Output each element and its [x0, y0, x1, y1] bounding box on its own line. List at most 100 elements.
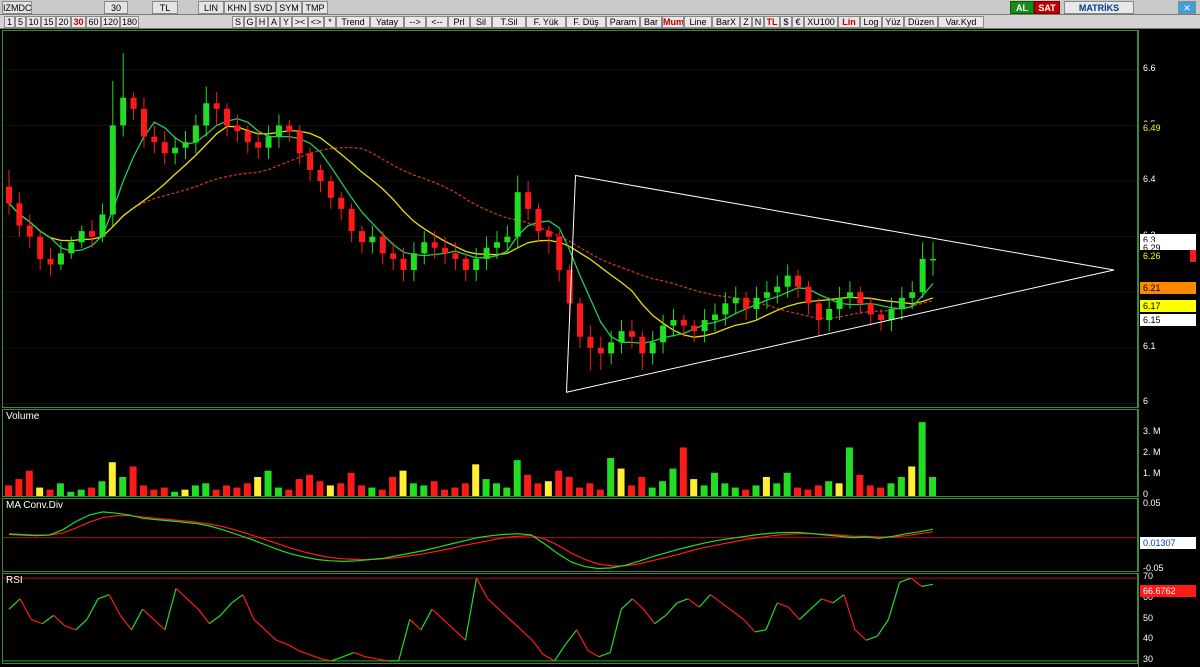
- macd-chart[interactable]: [3, 499, 1138, 572]
- buy-button[interactable]: AL: [1010, 1, 1034, 14]
- tool-barx-button[interactable]: BarX: [712, 16, 740, 28]
- sell-button[interactable]: SAT: [1034, 1, 1060, 14]
- price-label: 6.26: [1140, 250, 1196, 262]
- tool-line-button[interactable]: Line: [684, 16, 712, 28]
- ma-mid-line: [8, 125, 934, 338]
- candle: [898, 286, 905, 321]
- mode-sym[interactable]: SYM: [276, 1, 302, 14]
- tool--button[interactable]: *: [324, 16, 336, 28]
- volume-bar: [565, 477, 573, 496]
- tool-n-button[interactable]: N: [752, 16, 764, 28]
- mode-khn[interactable]: KHN: [224, 1, 250, 14]
- tool-d-zen-button[interactable]: Düzen: [904, 16, 938, 28]
- rsi-segment: [899, 577, 911, 583]
- volume-bar: [420, 485, 428, 496]
- volume-bar: [77, 489, 85, 496]
- volume-bar: [160, 487, 168, 496]
- tool-xu100-button[interactable]: XU100: [804, 16, 838, 28]
- interval-field[interactable]: 30: [104, 1, 128, 14]
- macd-panel[interactable]: MA Conv.Div: [2, 498, 1138, 572]
- period-15[interactable]: 15: [41, 16, 56, 28]
- rsi-segment: [64, 625, 77, 631]
- tool-t-sil-button[interactable]: T.Sil: [492, 16, 526, 28]
- candle: [327, 175, 334, 209]
- volume-bar: [129, 466, 137, 496]
- tool-trend-button[interactable]: Trend: [336, 16, 370, 28]
- period-120[interactable]: 120: [101, 16, 120, 28]
- triangle-pattern[interactable]: [565, 174, 1115, 393]
- candle: [99, 203, 106, 243]
- tool-a-button[interactable]: A: [268, 16, 280, 28]
- tool-sil-button[interactable]: Sil: [470, 16, 492, 28]
- mode-lin[interactable]: LIN: [198, 1, 224, 14]
- tool-s-button[interactable]: S: [232, 16, 244, 28]
- candle: [867, 297, 874, 326]
- period-180[interactable]: 180: [120, 16, 139, 28]
- volume-bar: [669, 468, 677, 496]
- candle: [639, 331, 646, 371]
- volume-bar: [845, 447, 853, 496]
- tool-z-button[interactable]: Z: [740, 16, 752, 28]
- tool-log-button[interactable]: Log: [860, 16, 882, 28]
- volume-chart[interactable]: [3, 410, 1138, 497]
- tool-var-kyd-button[interactable]: Var.Kyd: [938, 16, 984, 28]
- mode-tmp[interactable]: TMP: [302, 1, 328, 14]
- candle: [815, 297, 822, 337]
- volume-bar: [295, 479, 303, 496]
- tool--button[interactable]: <>: [308, 16, 324, 28]
- rsi-segment: [420, 608, 433, 631]
- volume-bar: [88, 487, 96, 496]
- rsi-segment: [287, 643, 299, 652]
- period-10[interactable]: 10: [26, 16, 41, 28]
- rsi-segment: [108, 594, 121, 616]
- candle: [47, 247, 54, 276]
- tool--button[interactable]: ><: [292, 16, 308, 28]
- tool-y-z-button[interactable]: Yüz: [882, 16, 904, 28]
- tool-g-button[interactable]: G: [244, 16, 256, 28]
- price-panel[interactable]: [2, 30, 1138, 408]
- tool--button[interactable]: $: [780, 16, 792, 28]
- rsi-segment: [765, 602, 778, 631]
- volume-bar: [441, 489, 449, 496]
- symbol-field[interactable]: IZMDC: [2, 1, 32, 14]
- tool-mum-button[interactable]: Mum: [662, 16, 684, 28]
- tool-h-button[interactable]: H: [256, 16, 268, 28]
- period-60[interactable]: 60: [86, 16, 101, 28]
- tool-tl-button[interactable]: TL: [764, 16, 780, 28]
- rsi-segment: [509, 619, 522, 631]
- rsi-segment: [832, 594, 845, 604]
- candle: [608, 331, 615, 365]
- tool-y-button[interactable]: Y: [280, 16, 292, 28]
- tool--button[interactable]: <--: [426, 16, 448, 28]
- rsi-panel[interactable]: RSI: [2, 573, 1138, 664]
- tool--button[interactable]: €: [792, 16, 804, 28]
- tool-f-y-k-button[interactable]: F. Yük: [526, 16, 566, 28]
- volume-bar: [233, 487, 241, 496]
- rsi-segment: [197, 608, 210, 625]
- tool-lin-button[interactable]: Lin: [838, 16, 860, 28]
- tool-bar-button[interactable]: Bar: [640, 16, 662, 28]
- tool-f-d-button[interactable]: F. Düş: [566, 16, 606, 28]
- rsi-segment: [453, 629, 466, 641]
- volume-bar: [378, 489, 386, 496]
- tool-yatay-button[interactable]: Yatay: [370, 16, 404, 28]
- period-20[interactable]: 20: [56, 16, 71, 28]
- period-5[interactable]: 5: [15, 16, 26, 28]
- tool-prl-button[interactable]: Prl: [448, 16, 470, 28]
- mode-svd[interactable]: SVD: [250, 1, 276, 14]
- period-1[interactable]: 1: [4, 16, 15, 28]
- volume-panel[interactable]: Volume: [2, 409, 1138, 497]
- close-window-icon[interactable]: ✕: [1178, 1, 1196, 14]
- candle: [805, 281, 812, 315]
- macd-signal-line: [8, 515, 934, 567]
- volume-bar: [347, 472, 355, 496]
- candle: [410, 242, 417, 282]
- rsi-segment: [876, 619, 889, 637]
- tool--button[interactable]: -->: [404, 16, 426, 28]
- tool-param-button[interactable]: Param: [606, 16, 640, 28]
- period-30[interactable]: 30: [71, 16, 86, 28]
- price-chart[interactable]: [3, 31, 1138, 408]
- rsi-chart[interactable]: [3, 574, 1138, 664]
- currency-field[interactable]: TL: [152, 1, 178, 14]
- volume-bar: [648, 487, 656, 496]
